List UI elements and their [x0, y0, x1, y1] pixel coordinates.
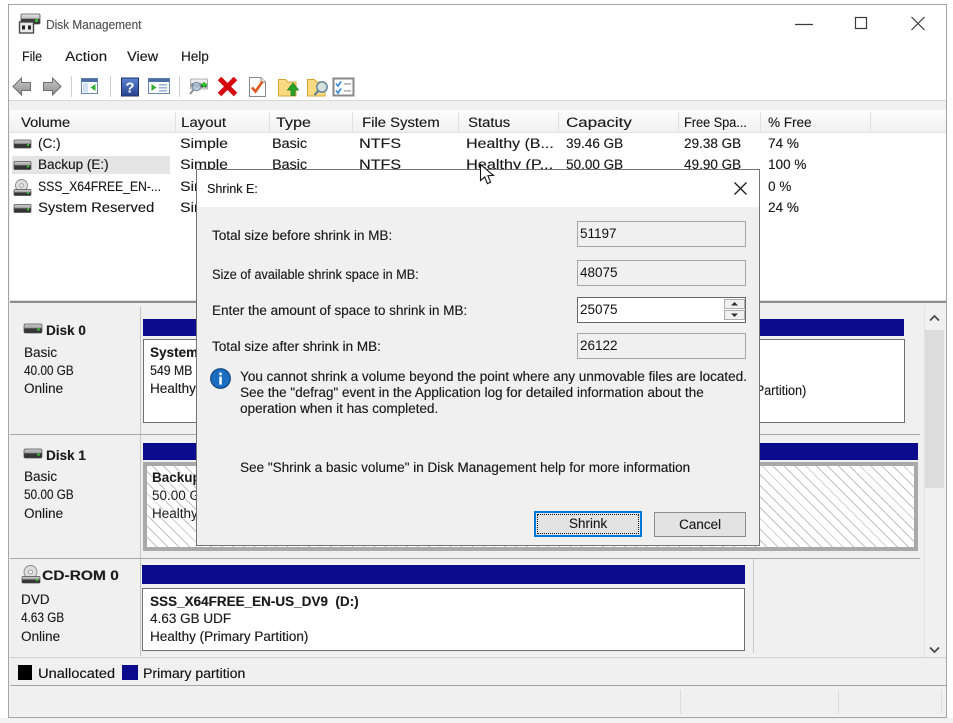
svg-text:?: ?: [125, 80, 134, 97]
